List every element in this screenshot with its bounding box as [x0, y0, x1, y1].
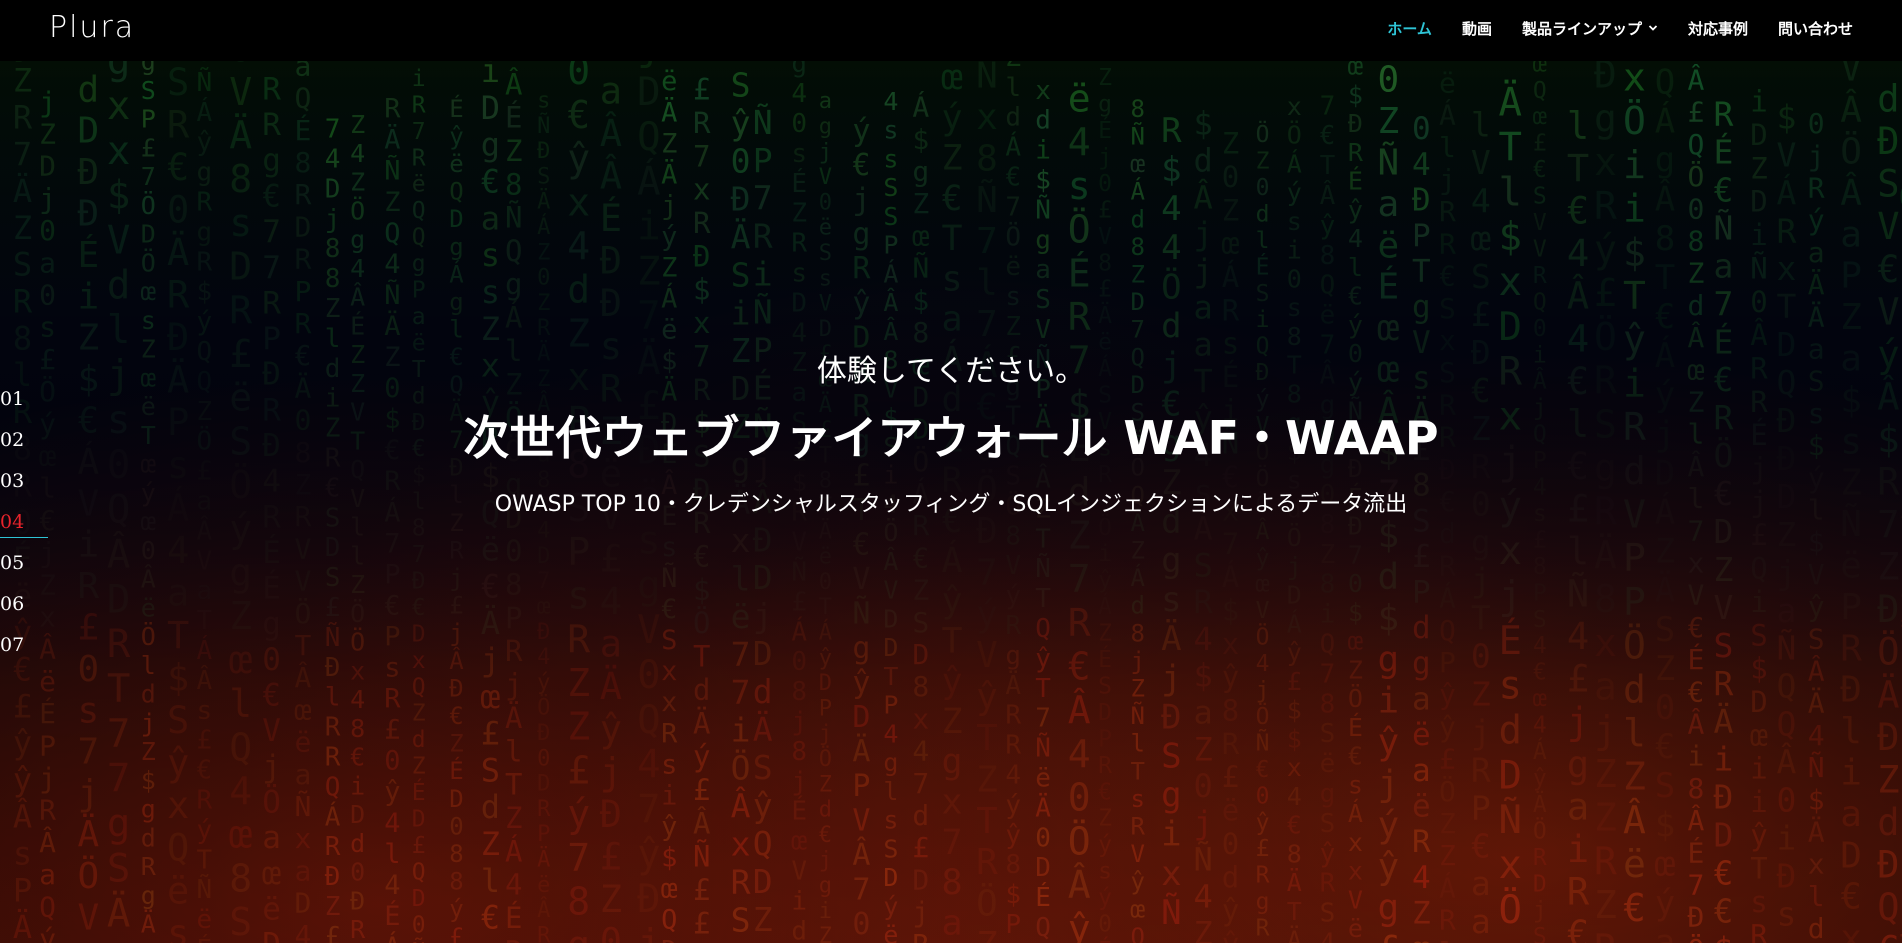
slide-indicator[interactable]: 07	[0, 632, 50, 673]
active-slide-underline	[0, 537, 48, 538]
slide-number: 05	[0, 552, 25, 574]
slide-indicator[interactable]: 03	[0, 468, 50, 509]
nav-item-product-lineup[interactable]: 製品ラインアップ	[1522, 18, 1658, 39]
nav-item-case-studies[interactable]: 対応事例	[1688, 18, 1748, 39]
chevron-down-icon	[1648, 25, 1658, 31]
slide-indicator[interactable]: 01	[0, 386, 50, 427]
nav-item-label: 問い合わせ	[1777, 19, 1853, 38]
page: jZR7ÄZSR8lR8R0Éëŷ€£ŷŷÂsPÄjZDj0a0s£Öýœl€j…	[0, 0, 1902, 943]
main-navigation: ホーム 動画 製品ラインアップ 対応事例 問い合わせ	[1357, 17, 1853, 39]
slide-indicator[interactable]: 02	[0, 427, 50, 468]
slide-number: 01	[0, 388, 25, 410]
slide-number: 07	[0, 634, 25, 656]
nav-item-label: 製品ラインアップ	[1521, 19, 1642, 38]
nav-item-label: ホーム	[1387, 19, 1432, 38]
slide-indicator-active[interactable]: 04	[0, 509, 50, 550]
nav-item-label: 動画	[1461, 19, 1492, 38]
hero-title: 次世代ウェブファイアウォール WAF・WAAP	[463, 411, 1439, 465]
nav-item-label: 対応事例	[1687, 19, 1748, 38]
nav-item-videos[interactable]: 動画	[1462, 18, 1492, 39]
slide-number: 03	[0, 470, 25, 492]
hero-description: OWASP TOP 10・クレデンシャルスタッフィング・SQLインジェクションに…	[494, 492, 1408, 517]
slide-number: 04	[0, 511, 25, 533]
slide-pagination: 01 02 03 04 05 06 07	[0, 386, 50, 673]
nav-item-contact[interactable]: 問い合わせ	[1778, 18, 1853, 39]
slide-indicator[interactable]: 05	[0, 550, 50, 591]
slide-number: 06	[0, 593, 25, 615]
plura-logo[interactable]: Plura	[49, 12, 135, 44]
slide-number: 02	[0, 429, 25, 451]
top-header: Plura ホーム 動画 製品ラインアップ 対応事例 問い合わせ	[0, 0, 1902, 61]
slide-indicator[interactable]: 06	[0, 591, 50, 632]
hero-subtitle: 体験してください。	[816, 354, 1086, 389]
nav-item-home[interactable]: ホーム	[1387, 18, 1432, 39]
